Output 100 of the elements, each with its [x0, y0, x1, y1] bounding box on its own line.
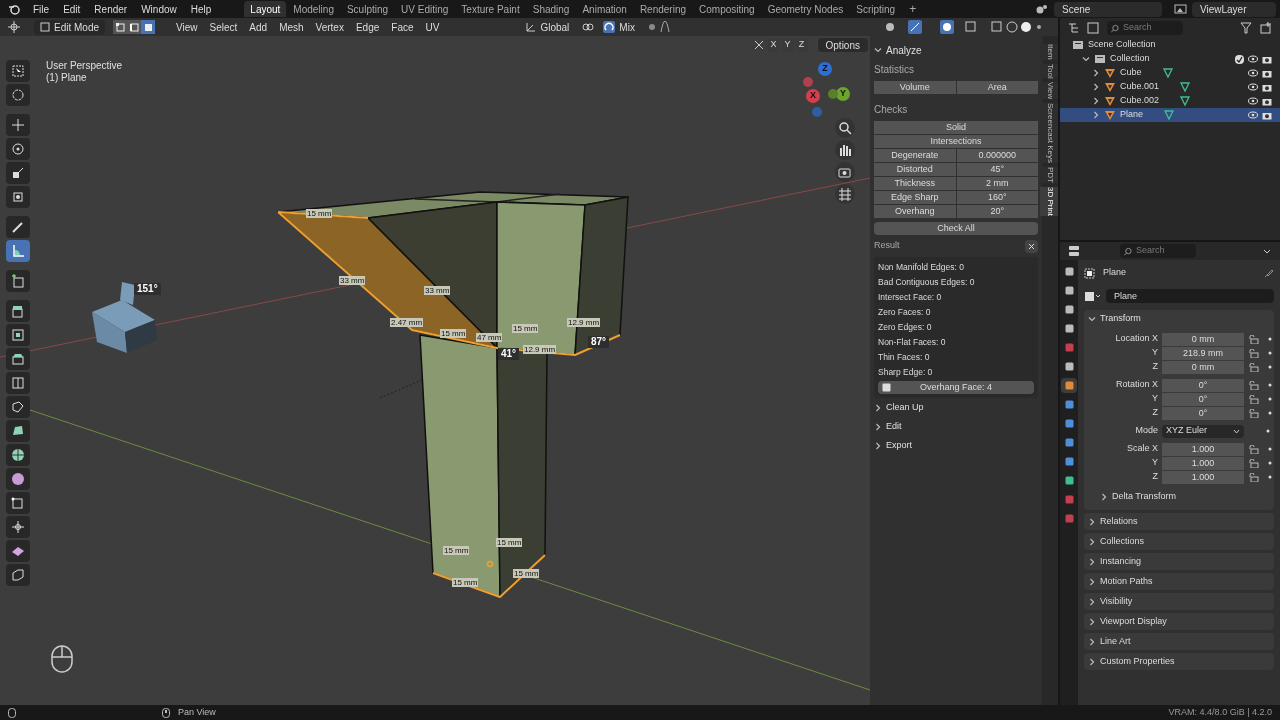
- menu-item[interactable]: Edit: [58, 1, 86, 17]
- tool-button[interactable]: [6, 492, 30, 514]
- workspace-tab[interactable]: UV Editing: [395, 1, 455, 17]
- tool-button[interactable]: [6, 348, 30, 370]
- search-field[interactable]: Search: [1120, 244, 1196, 258]
- workspace-tab[interactable]: Compositing: [693, 1, 761, 17]
- outliner-row[interactable]: Cube: [1060, 66, 1280, 80]
- check-button[interactable]: Overhang: [874, 205, 956, 218]
- gizmo-axis-handle[interactable]: X: [806, 89, 820, 103]
- search-input[interactable]: Search: [1123, 21, 1179, 35]
- panel-header[interactable]: Clean Up: [886, 400, 924, 415]
- tool-button[interactable]: [6, 396, 30, 418]
- scene-field[interactable]: Scene: [1054, 1, 1162, 17]
- options-dropdown[interactable]: Options: [817, 38, 868, 52]
- gizmo-axis-handle[interactable]: Z: [818, 62, 832, 76]
- number-field[interactable]: 218.9 mm: [1162, 346, 1244, 360]
- tool-button[interactable]: [6, 324, 30, 346]
- statistics-button[interactable]: Area: [956, 81, 1038, 94]
- tool-button[interactable]: [6, 564, 30, 586]
- view-navigation-button[interactable]: [835, 118, 855, 138]
- select-mode-button[interactable]: [113, 20, 128, 34]
- tool-button[interactable]: [6, 444, 30, 466]
- menu-item[interactable]: Mesh: [274, 19, 309, 35]
- value-field[interactable]: 20°: [956, 205, 1038, 218]
- outliner-row[interactable]: Plane: [1060, 108, 1280, 122]
- tool-button[interactable]: [6, 138, 30, 160]
- select-mode-button[interactable]: [141, 20, 156, 34]
- checkbox[interactable]: [1235, 54, 1244, 64]
- check-all-button[interactable]: Check All: [874, 222, 1038, 235]
- clear-button[interactable]: [1025, 239, 1038, 253]
- check-button[interactable]: Thickness: [874, 177, 956, 190]
- menu-item[interactable]: Vertex: [310, 19, 349, 35]
- outliner-row[interactable]: Scene Collection: [1060, 38, 1280, 52]
- add-workspace-button[interactable]: +: [905, 0, 921, 18]
- mode-dropdown[interactable]: Edit Mode: [34, 19, 106, 35]
- number-field[interactable]: 0 mm: [1162, 332, 1244, 346]
- menu-item[interactable]: Render: [89, 1, 133, 17]
- outliner-row[interactable]: Cube.002: [1060, 94, 1280, 108]
- check-button[interactable]: Distorted: [874, 163, 956, 176]
- menu-item[interactable]: Select: [204, 19, 243, 35]
- value-field[interactable]: 45°: [956, 163, 1038, 176]
- tool-button[interactable]: [6, 420, 30, 442]
- menu-item[interactable]: View: [171, 19, 203, 35]
- sidebar-tab[interactable]: View: [1040, 82, 1060, 100]
- overhang-result-button[interactable]: Overhang Face: 4: [878, 381, 1034, 394]
- sidebar-tab[interactable]: 3D Print: [1040, 187, 1060, 217]
- check-button[interactable]: Solid: [874, 121, 1038, 134]
- tool-button[interactable]: [6, 216, 30, 238]
- workspace-tab[interactable]: Modeling: [287, 1, 340, 17]
- tool-button[interactable]: [6, 186, 30, 208]
- snap-dropdown[interactable]: Mix: [599, 19, 639, 35]
- view-layer-field[interactable]: ViewLayer: [1192, 1, 1276, 17]
- outliner-row[interactable]: Collection: [1060, 52, 1280, 66]
- number-field[interactable]: 1.000: [1162, 470, 1244, 484]
- tool-button[interactable]: [6, 84, 30, 106]
- number-field[interactable]: 1.000: [1162, 456, 1244, 470]
- menu-item[interactable]: Window: [136, 1, 182, 17]
- sidebar-tab[interactable]: Screencast Keys: [1040, 103, 1060, 164]
- check-button[interactable]: Degenerate: [874, 149, 956, 162]
- panel-header[interactable]: Visibility: [1100, 594, 1133, 609]
- panel-header[interactable]: Viewport Display: [1100, 614, 1167, 629]
- workspace-tab[interactable]: Layout: [244, 1, 287, 17]
- number-field[interactable]: 1.000: [1162, 442, 1244, 456]
- panel-header[interactable]: Instancing: [1100, 554, 1142, 569]
- view-navigation-button[interactable]: [835, 184, 855, 204]
- number-field[interactable]: 0°: [1162, 392, 1244, 406]
- value-field[interactable]: 2 mm: [956, 177, 1038, 190]
- view-navigation-button[interactable]: [835, 162, 855, 182]
- value-field[interactable]: 0.000000: [956, 149, 1038, 162]
- workspace-tab[interactable]: Scripting: [850, 1, 902, 17]
- workspace-tab[interactable]: Geometry Nodes: [761, 1, 850, 17]
- number-field[interactable]: 0 mm: [1162, 360, 1244, 374]
- workspace-tab[interactable]: Sculpting: [340, 1, 395, 17]
- mode-dropdown[interactable]: XYZ Euler: [1162, 424, 1244, 438]
- search-input[interactable]: Search: [1136, 244, 1192, 258]
- tool-button[interactable]: [6, 162, 30, 184]
- panel-header[interactable]: Relations: [1100, 514, 1138, 529]
- subpanel-header[interactable]: Delta Transform: [1112, 490, 1177, 504]
- workspace-tab[interactable]: Texture Paint: [455, 1, 526, 17]
- view-navigation-button[interactable]: [835, 140, 855, 160]
- panel-header[interactable]: Edit: [886, 419, 902, 434]
- check-button[interactable]: Edge Sharp: [874, 191, 956, 204]
- number-field[interactable]: 0°: [1162, 406, 1244, 420]
- workspace-tab[interactable]: Rendering: [633, 1, 693, 17]
- panel-header[interactable]: Motion Paths: [1100, 574, 1153, 589]
- menu-item[interactable]: Add: [244, 19, 273, 35]
- number-field[interactable]: 0°: [1162, 378, 1244, 392]
- tool-button[interactable]: [6, 516, 30, 538]
- panel-header[interactable]: Export: [886, 438, 912, 453]
- check-button[interactable]: Intersections: [874, 135, 1038, 148]
- select-mode-button[interactable]: [127, 20, 142, 34]
- tool-button[interactable]: [6, 240, 30, 262]
- orientation-dropdown[interactable]: Global: [522, 19, 574, 35]
- outliner-row[interactable]: Cube.001: [1060, 80, 1280, 94]
- workspace-tab[interactable]: Shading: [526, 1, 576, 17]
- panel-header[interactable]: Transform: [1100, 312, 1141, 326]
- menu-item[interactable]: Face: [386, 19, 419, 35]
- panel-header[interactable]: Line Art: [1100, 634, 1131, 649]
- gizmo-axis-handle[interactable]: Y: [836, 87, 850, 101]
- tool-button[interactable]: [6, 300, 30, 322]
